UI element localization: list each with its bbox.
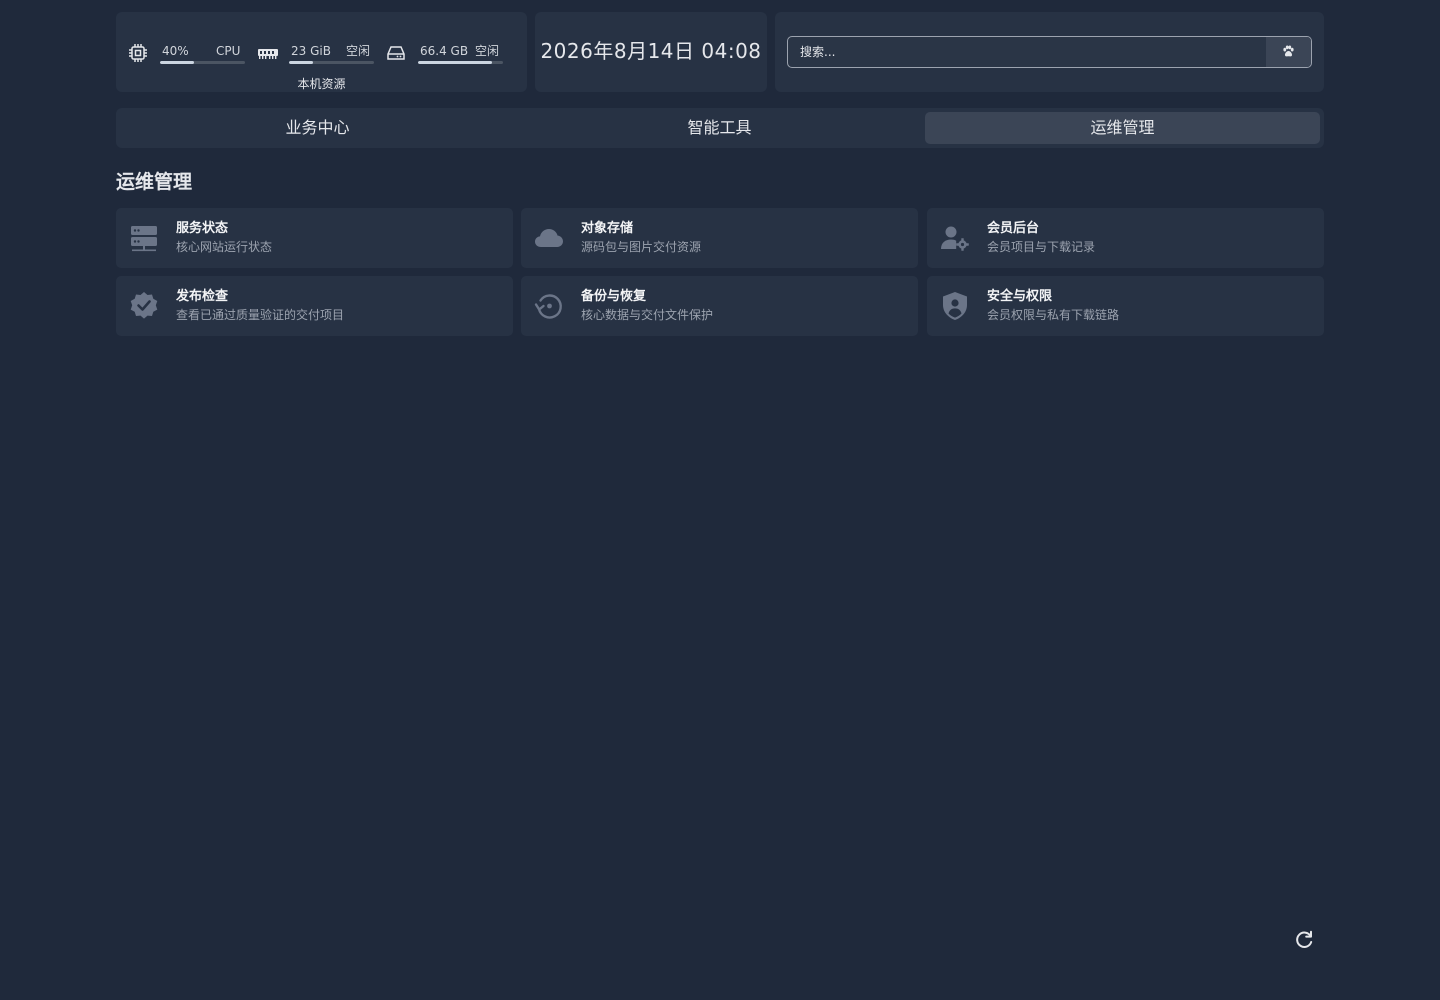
service-description: 会员权限与私有下载链路	[987, 308, 1120, 322]
hard-drive-icon	[386, 43, 406, 63]
service-name: 会员后台	[987, 221, 1040, 236]
service-card-member-admin[interactable]: 会员后台 会员项目与下载记录	[927, 208, 1324, 268]
server-icon	[128, 222, 160, 254]
refresh-icon	[1293, 930, 1315, 955]
search-box	[787, 36, 1312, 68]
search-input[interactable]	[788, 37, 1266, 67]
refresh-button[interactable]	[1293, 929, 1315, 951]
paw-icon	[1282, 43, 1295, 62]
service-name: 发布检查	[176, 289, 229, 304]
clock-widget: 2026年8月14日 04:08	[535, 12, 767, 92]
tab-smart-tools[interactable]: 智能工具	[522, 112, 917, 144]
verified-badge-icon	[128, 290, 160, 322]
service-name: 对象存储	[581, 221, 634, 236]
disk-label: 空闲	[475, 44, 500, 58]
search-widget	[775, 12, 1324, 92]
service-description: 源码包与图片交付资源	[581, 240, 702, 254]
service-name: 安全与权限	[987, 289, 1053, 304]
search-engine-button[interactable]	[1266, 37, 1311, 67]
category-tabs: 业务中心 智能工具 运维管理	[116, 108, 1324, 148]
service-name: 服务状态	[176, 221, 229, 236]
service-description: 核心网站运行状态	[176, 240, 273, 254]
memory-icon	[257, 43, 279, 63]
service-description: 核心数据与交付文件保护	[581, 308, 714, 322]
memory-usage-fill	[289, 61, 313, 64]
cpu-usage-fill	[160, 61, 194, 64]
service-card-status[interactable]: 服务状态 核心网站运行状态	[116, 208, 513, 268]
tab-operations[interactable]: 运维管理	[925, 112, 1320, 144]
disk-usage-fill	[418, 61, 492, 64]
service-description: 会员项目与下载记录	[987, 240, 1096, 254]
section-title: 运维管理	[116, 171, 193, 193]
tab-business-center[interactable]: 业务中心	[120, 112, 515, 144]
disk-free-value: 66.4 GB	[420, 44, 469, 58]
service-description: 查看已通过质量验证的交付项目	[176, 308, 345, 322]
service-card-security[interactable]: 安全与权限 会员权限与私有下载链路	[927, 276, 1324, 336]
user-gear-icon	[939, 222, 971, 254]
service-name: 备份与恢复	[581, 289, 647, 304]
disk-usage-bar	[418, 61, 503, 64]
memory-label: 空闲	[346, 44, 371, 58]
service-card-backup-restore[interactable]: 备份与恢复 核心数据与交付文件保护	[521, 276, 918, 336]
date-time: 2026年8月14日 04:08	[540, 39, 762, 63]
cloud-icon	[533, 222, 565, 254]
resources-title: 本机资源	[297, 77, 346, 91]
memory-free-value: 23 GiB	[291, 44, 331, 58]
service-card-object-storage[interactable]: 对象存储 源码包与图片交付资源	[521, 208, 918, 268]
memory-usage-bar	[289, 61, 374, 64]
shield-user-icon	[939, 290, 971, 322]
backup-restore-icon	[533, 290, 565, 322]
service-card-release-check[interactable]: 发布检查 查看已通过质量验证的交付项目	[116, 276, 513, 336]
cpu-icon	[128, 43, 148, 63]
resources-widget: 40% CPU 23 GiB 空闲 66.4 GB 空闲 本机资源	[116, 12, 527, 92]
cpu-usage-value: 40%	[162, 44, 189, 58]
cpu-usage-bar	[160, 61, 245, 64]
cpu-label: CPU	[216, 44, 241, 58]
